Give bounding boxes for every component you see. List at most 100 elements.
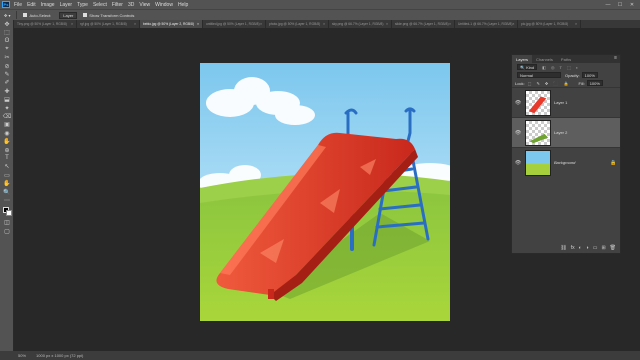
opacity-input[interactable]: 100% (581, 72, 598, 78)
menu-help[interactable]: Help (178, 2, 188, 8)
tab-channels[interactable]: Channels (532, 55, 557, 63)
lock-icon[interactable]: 🔒 (610, 160, 620, 166)
panel-tabs: Layers Channels Paths ≡ (512, 55, 620, 63)
tab-title: Untitled-1 @ 66.7% (Layer 1, RGB/8) (458, 22, 513, 26)
zoom-level[interactable]: 50% (18, 353, 26, 358)
type-tool-icon[interactable]: T (0, 154, 14, 162)
menu-filter[interactable]: Filter (112, 2, 123, 8)
close-icon[interactable]: × (512, 22, 514, 26)
lock-label: Lock: (515, 80, 525, 86)
close-icon[interactable]: × (134, 22, 136, 26)
close-icon[interactable]: × (71, 22, 73, 26)
visibility-eye-icon[interactable]: 👁 (514, 160, 522, 166)
new-layer-icon[interactable]: ⊞ (601, 245, 605, 251)
visibility-eye-icon[interactable]: 👁 (514, 100, 522, 106)
artboard-tool-icon[interactable]: ⬚ (0, 28, 14, 36)
document-tab[interactable]: untitled.jpg @ 50% (Layer 1, RGB/8) × (203, 20, 266, 28)
layer-row[interactable]: 👁 Layer 1 (512, 87, 620, 117)
link-layers-icon[interactable]: ⛓ (560, 245, 566, 251)
document-tab[interactable]: Tiny.png @ 50% (Layer 1, RGB/8) × (14, 20, 77, 28)
menu-layer[interactable]: Layer (60, 2, 73, 8)
menu-3d[interactable]: 3D (128, 2, 134, 8)
photoshop-logo-icon[interactable]: Ps (2, 1, 10, 8)
close-icon[interactable]: × (197, 22, 199, 26)
clone-stamp-tool-icon[interactable]: ⬓ (0, 96, 14, 104)
healing-tool-icon[interactable]: ✚ (0, 87, 14, 95)
tab-title: slide.png @ 66.7% (Layer 1, RGB/8) (395, 22, 449, 26)
background-color-swatch[interactable] (6, 209, 12, 216)
layer-style-icon[interactable]: fx (571, 245, 575, 251)
delete-layer-icon[interactable]: 🗑 (610, 245, 616, 251)
menu-edit[interactable]: Edit (27, 2, 36, 8)
frame-tool-icon[interactable]: ⊘ (0, 62, 14, 70)
document-tab[interactable]: pic.jpg @ 50% (Layer 1, RGB/8) × (518, 20, 581, 28)
show-transform-checkbox[interactable]: Show Transform Controls (83, 13, 134, 18)
more-tools-icon[interactable]: ⋯ (0, 196, 14, 204)
path-selection-tool-icon[interactable]: ↖ (0, 163, 14, 171)
close-icon[interactable]: × (323, 22, 325, 26)
blend-mode-dropdown[interactable]: Normal (517, 72, 561, 78)
dodge-tool-icon[interactable]: ✋ (0, 137, 14, 145)
layer-row-selected[interactable]: 👁 Layer 2 (512, 117, 620, 147)
gradient-tool-icon[interactable]: ▣ (0, 121, 14, 129)
lasso-tool-icon[interactable]: ⌖ (0, 45, 14, 53)
document-tab[interactable]: rgf.jpg @ 50% (Layer 1, RGB/8) × (77, 20, 140, 28)
eraser-tool-icon[interactable]: ⌫ (0, 112, 14, 120)
move-tool-icon[interactable]: ✥ (0, 20, 14, 28)
document-tab[interactable]: sky.png @ 66.7% (Layer 1, RGB/8) × (329, 20, 392, 28)
document-tab[interactable]: Untitled-1 @ 66.7% (Layer 1, RGB/8) × (455, 20, 518, 28)
screen-mode-icon[interactable]: ▢ (0, 227, 14, 235)
move-tool-preset-icon[interactable]: ✥ ▾ (4, 13, 10, 18)
maximize-icon[interactable]: ☐ (614, 2, 626, 8)
visibility-eye-icon[interactable]: 👁 (514, 130, 522, 136)
history-brush-tool-icon[interactable]: ✦ (0, 104, 14, 112)
document-tab[interactable]: slide.png @ 66.7% (Layer 1, RGB/8) × (392, 20, 455, 28)
eyedropper-tool-icon[interactable]: ✎ (0, 70, 14, 78)
close-icon[interactable]: × (575, 22, 577, 26)
filter-kind-dropdown[interactable]: 🔍 Kind (517, 64, 538, 70)
hand-tool-icon[interactable]: ✋ (0, 179, 14, 187)
menu-type[interactable]: Type (77, 2, 88, 8)
auto-select-checkbox[interactable]: Auto-Select: (23, 13, 51, 18)
tools-panel: ✥ ⬚ ʘ ⌖ ✂ ⊘ ✎ ✐ ✚ ⬓ ✦ ⌫ ▣ ◉ ✋ ⊕ T ↖ ▭ ✋ … (0, 20, 14, 360)
checkbox-icon[interactable] (83, 13, 88, 17)
close-icon[interactable]: × (260, 22, 262, 26)
close-icon[interactable]: ✕ (626, 2, 638, 8)
document-info[interactable]: 1000 px x 1000 px (72 ppi) (36, 353, 83, 358)
minimize-icon[interactable]: — (602, 2, 614, 8)
document-tab-active[interactable]: bebio.jpg @ 50% (Layer 2, RGB/8) × (140, 20, 203, 28)
menu-select[interactable]: Select (93, 2, 107, 8)
rectangle-tool-icon[interactable]: ▭ (0, 171, 14, 179)
layer-name[interactable]: Background (554, 160, 610, 165)
menu-window[interactable]: Window (155, 2, 173, 8)
close-icon[interactable]: × (386, 22, 388, 26)
quick-mask-icon[interactable]: ◫ (0, 219, 14, 227)
close-icon[interactable]: × (449, 22, 451, 26)
color-swatches[interactable] (0, 205, 13, 219)
brush-tool-icon[interactable]: ✐ (0, 79, 14, 87)
layer-name[interactable]: Layer 2 (554, 130, 620, 135)
checkbox-icon[interactable] (23, 13, 28, 17)
menu-view[interactable]: View (139, 2, 150, 8)
adjustment-layer-icon[interactable]: ◑ (586, 245, 589, 251)
new-group-icon[interactable]: ▭ (593, 245, 598, 251)
crop-tool-icon[interactable]: ✂ (0, 54, 14, 62)
tab-layers[interactable]: Layers (512, 55, 533, 63)
filter-type-icons[interactable]: ◧ ◎ T ⬚ ◐ (542, 65, 580, 70)
blur-tool-icon[interactable]: ◉ (0, 129, 14, 137)
tab-paths[interactable]: Paths (557, 55, 575, 63)
document-tab[interactable]: photo.jpg @ 50% (Layer 1, RGB/8) × (266, 20, 329, 28)
pen-tool-icon[interactable]: ⊕ (0, 146, 14, 154)
lock-icons[interactable]: ⬚ ✎ ✥ ⬛ 🔒 (528, 81, 571, 86)
add-mask-icon[interactable]: ◐ (579, 245, 582, 251)
menu-image[interactable]: Image (41, 2, 55, 8)
layer-row[interactable]: 👁 Background 🔒 (512, 147, 620, 177)
panel-menu-icon[interactable]: ≡ (614, 55, 617, 61)
auto-select-dropdown[interactable]: Layer (59, 11, 78, 19)
zoom-tool-icon[interactable]: 🔍 (0, 188, 14, 196)
layer-name[interactable]: Layer 1 (554, 100, 620, 105)
menu-file[interactable]: File (14, 2, 22, 8)
marquee-tool-icon[interactable]: ʘ (0, 37, 14, 45)
fill-input[interactable]: 100% (586, 80, 603, 86)
document-canvas[interactable] (200, 63, 450, 321)
